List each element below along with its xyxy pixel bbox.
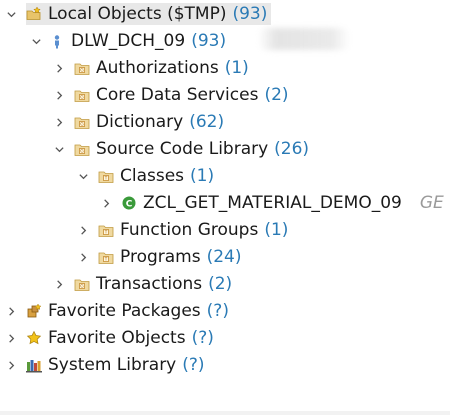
tree-node-label: DLW_DCH_09 — [71, 31, 186, 51]
tree-node-suffix: GE — [419, 193, 444, 213]
tree-node-programs[interactable]: T Programs (24) — [0, 244, 450, 270]
chevron-right-icon[interactable] — [76, 250, 90, 264]
tree-node-authorizations[interactable]: G Authorizations (1) — [0, 55, 450, 81]
chevron-down-icon[interactable] — [4, 7, 18, 21]
tree-node-label: Function Groups — [120, 220, 259, 240]
tree-node-count: (26) — [274, 139, 310, 159]
chevron-right-icon[interactable] — [52, 277, 66, 291]
type-folder-icon: T — [98, 222, 114, 238]
user-icon — [49, 33, 65, 49]
tree-node-label: Favorite Packages — [48, 301, 201, 321]
svg-text:G: G — [80, 284, 84, 290]
svg-text:G: G — [80, 68, 84, 74]
tree-node-function-groups[interactable]: T Function Groups (1) — [0, 217, 450, 243]
tree-node-count: (1) — [190, 166, 215, 186]
tree-node-count: (2) — [208, 274, 233, 294]
chevron-right-icon[interactable] — [99, 196, 113, 210]
tree-node-transactions[interactable]: G Transactions (2) — [0, 271, 450, 297]
tree-node-label: System Library — [48, 355, 177, 375]
folder-star-icon — [26, 6, 42, 22]
svg-text:G: G — [80, 149, 84, 155]
tree-node-label: Authorizations — [96, 58, 219, 78]
chevron-right-icon[interactable] — [4, 358, 18, 372]
svg-text:C: C — [126, 200, 133, 210]
tree-node-count: (2) — [264, 85, 289, 105]
tree-node-label: Programs — [120, 247, 201, 267]
horizontal-scrollbar[interactable] — [0, 411, 450, 415]
svg-text:T: T — [104, 176, 108, 182]
redacted-area — [258, 28, 350, 50]
tree-node-label: Transactions — [96, 274, 203, 294]
chevron-right-icon[interactable] — [52, 88, 66, 102]
type-folder-icon: T — [98, 168, 114, 184]
chevron-right-icon[interactable] — [4, 331, 18, 345]
type-folder-icon: T — [98, 249, 114, 265]
tree-node-count: (?) — [191, 328, 214, 348]
chevron-right-icon[interactable] — [4, 304, 18, 318]
package-folder-icon: G — [74, 87, 90, 103]
tree-node-count: (24) — [206, 247, 242, 267]
tree-node-count: (1) — [264, 220, 289, 240]
tree-node-zcl-get-material-demo-09[interactable]: C ZCL_GET_MATERIAL_DEMO_09 GE — [0, 190, 450, 216]
package-folder-icon: G — [74, 60, 90, 76]
svg-text:T: T — [104, 230, 108, 236]
package-folder-icon: G — [74, 276, 90, 292]
tree-node-label: Local Objects ($TMP) — [48, 4, 227, 24]
chevron-right-icon[interactable] — [76, 223, 90, 237]
star-icon — [26, 330, 42, 346]
tree-node-source-code-library[interactable]: G Source Code Library (26) — [0, 136, 450, 162]
chevron-right-icon[interactable] — [52, 61, 66, 75]
tree-node-label: Source Code Library — [96, 139, 269, 159]
tree-node-label: Classes — [120, 166, 185, 186]
chevron-right-icon[interactable] — [52, 115, 66, 129]
tree-node-count: (93) — [232, 4, 268, 24]
tree-node-label: Favorite Objects — [48, 328, 186, 348]
project-tree: Local Objects ($TMP) (93) DLW_DCH_09 (93… — [0, 0, 450, 415]
chevron-down-icon[interactable] — [76, 169, 90, 183]
tree-node-label: Core Data Services — [96, 85, 259, 105]
tree-node-dictionary[interactable]: G Dictionary (62) — [0, 109, 450, 135]
tree-node-classes[interactable]: T Classes (1) — [0, 163, 450, 189]
tree-node-label: ZCL_GET_MATERIAL_DEMO_09 — [143, 193, 402, 213]
chevron-down-icon[interactable] — [52, 142, 66, 156]
tree-node-count: (?) — [206, 301, 229, 321]
chevron-down-icon[interactable] — [29, 34, 43, 48]
class-icon: C — [121, 195, 137, 211]
tree-node-favorite-packages[interactable]: Favorite Packages (?) — [0, 298, 450, 324]
tree-node-core-data-services[interactable]: G Core Data Services (2) — [0, 82, 450, 108]
tree-node-system-library[interactable]: System Library (?) — [0, 352, 450, 378]
svg-text:T: T — [104, 257, 108, 263]
tree-node-count: (1) — [224, 58, 249, 78]
tree-node-local-objects[interactable]: Local Objects ($TMP) (93) — [0, 1, 450, 27]
package-folder-icon: G — [74, 114, 90, 130]
svg-text:G: G — [80, 95, 84, 101]
package-folder-icon: G — [74, 141, 90, 157]
tree-node-label: Dictionary — [96, 112, 184, 132]
svg-text:G: G — [80, 122, 84, 128]
favorite-packages-icon — [26, 303, 42, 319]
tree-node-count: (93) — [191, 31, 227, 51]
tree-node-count: (?) — [182, 355, 205, 375]
tree-node-favorite-objects[interactable]: Favorite Objects (?) — [0, 325, 450, 351]
tree-node-count: (62) — [189, 112, 225, 132]
tree-node-dlw-dch-09[interactable]: DLW_DCH_09 (93) — [0, 28, 450, 54]
library-icon — [26, 357, 42, 373]
